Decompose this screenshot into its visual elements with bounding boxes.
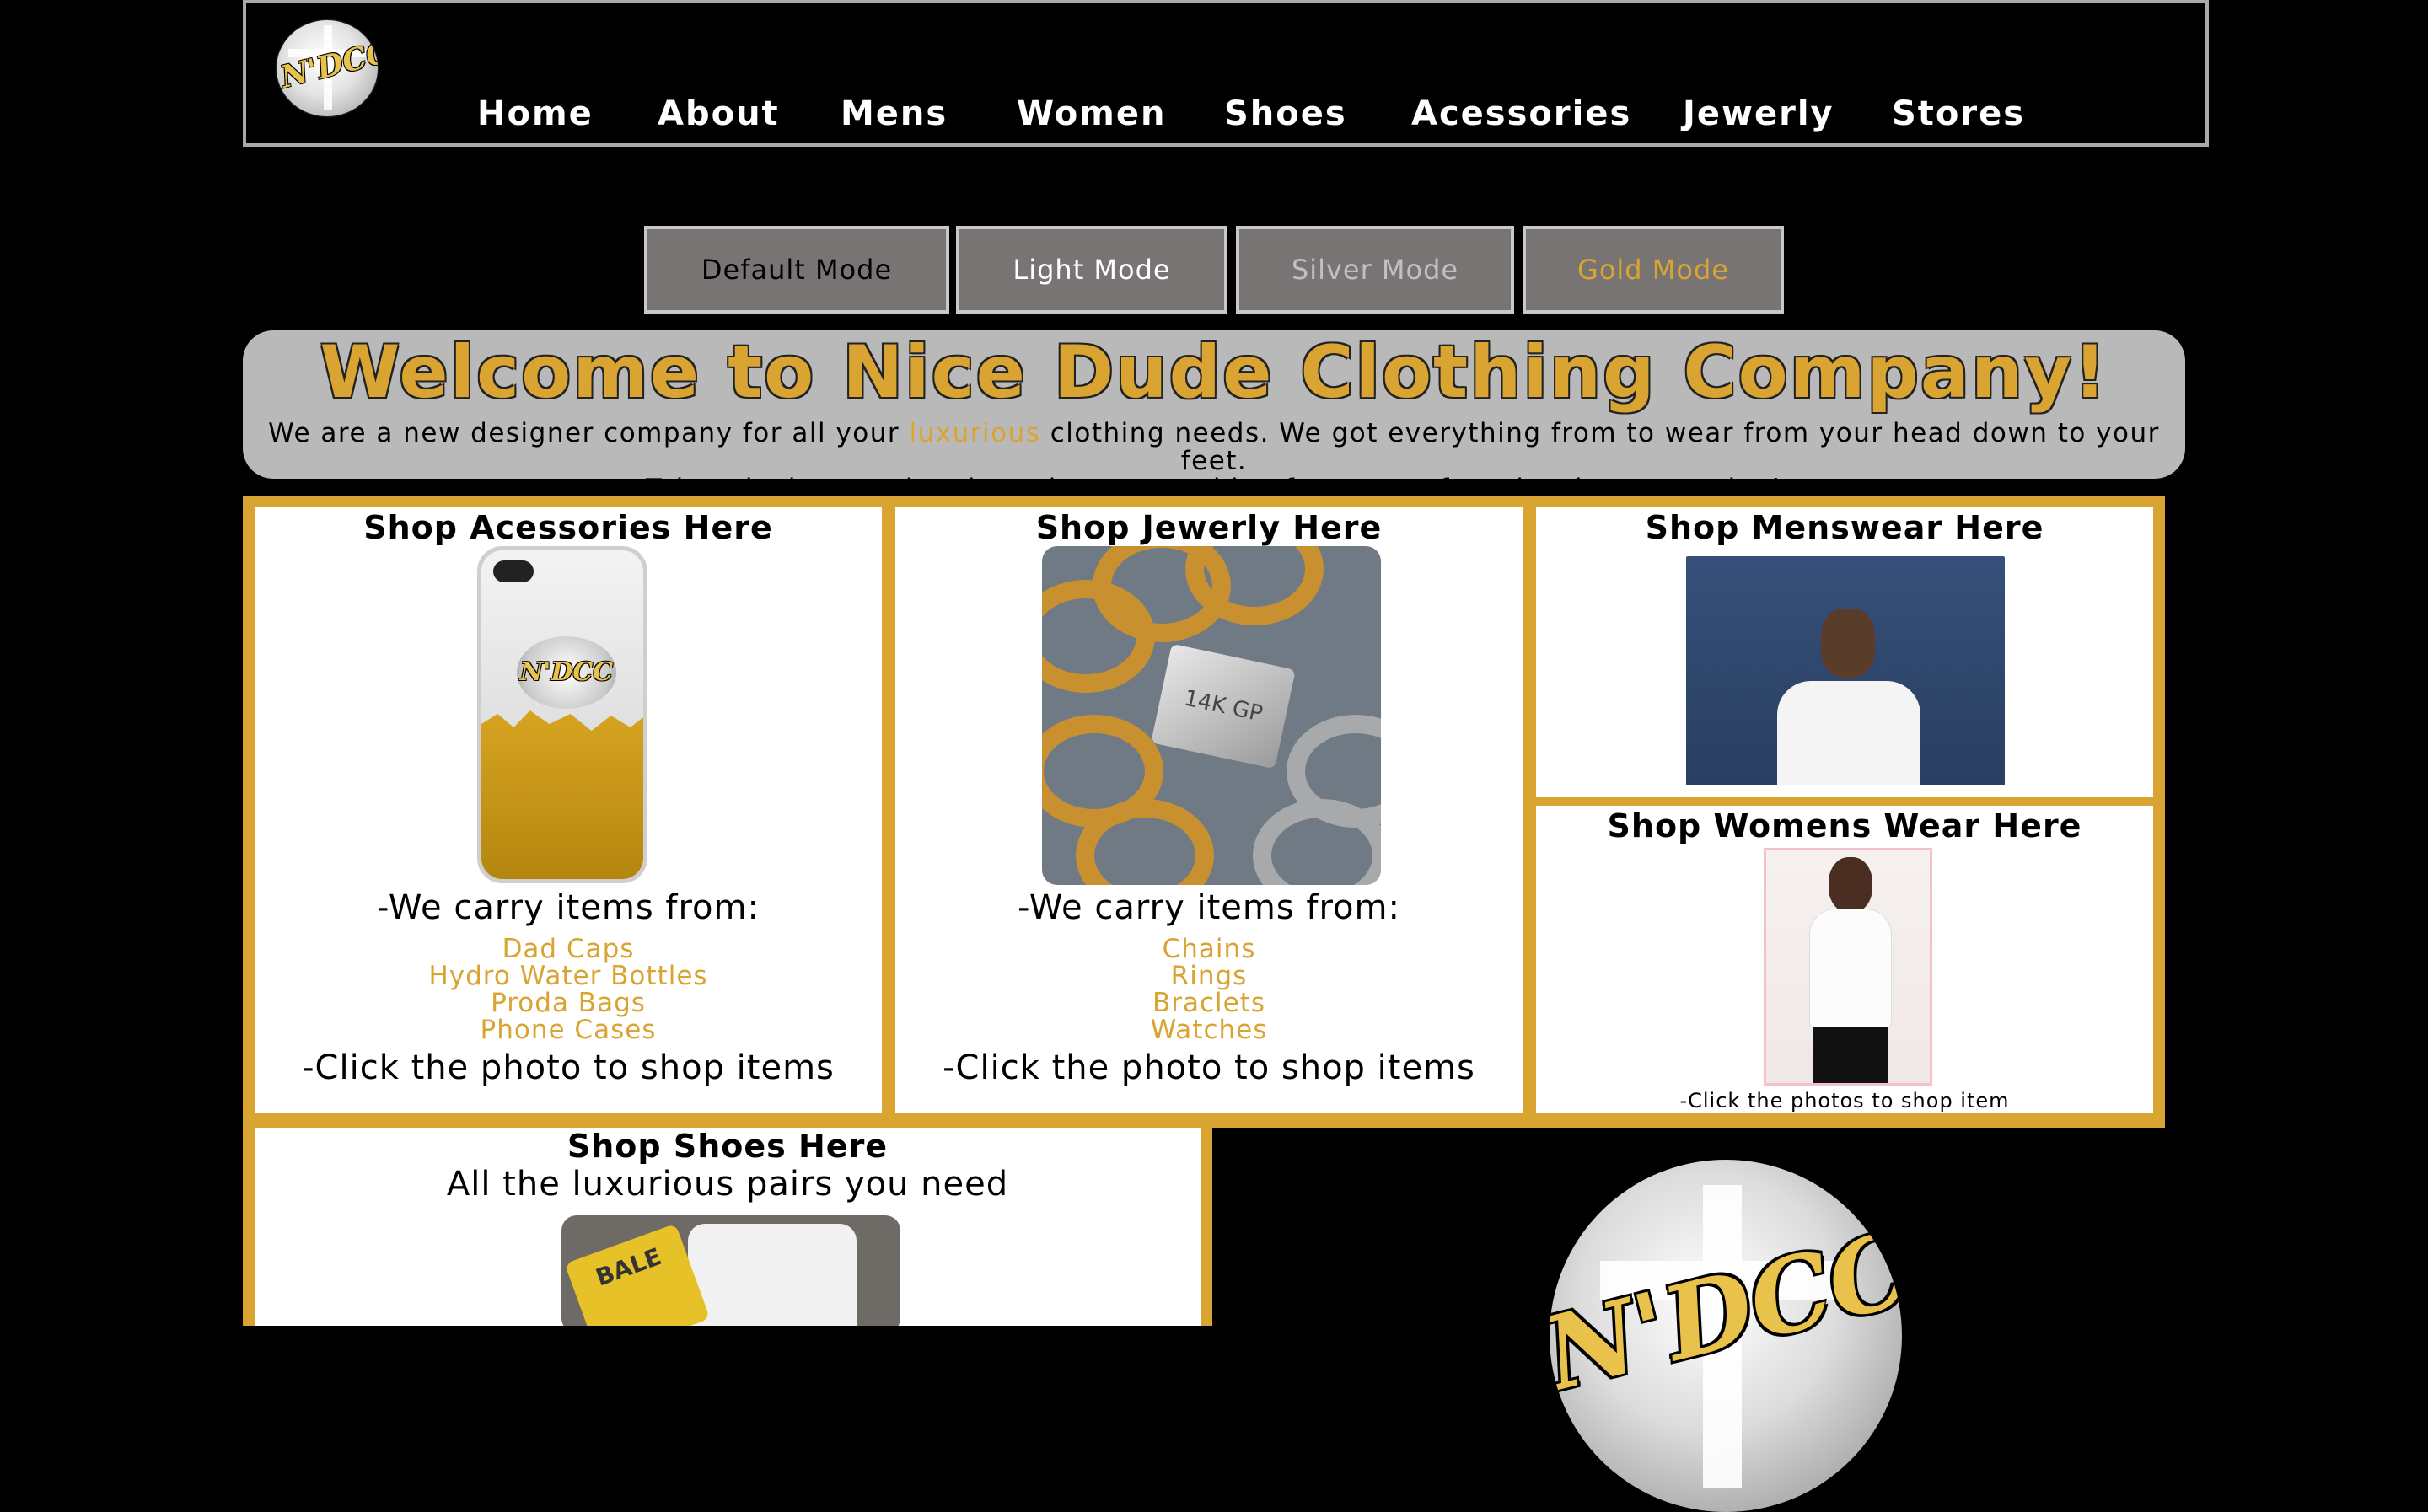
welcome-title: Welcome to Nice Dude Clothing Company!: [320, 330, 2108, 415]
main-nav: Home About Mens Women Shoes Acessories J…: [246, 94, 2212, 145]
jewelry-list: Chains Rings Braclets Watches: [895, 936, 1523, 1043]
silver-mode-button[interactable]: Silver Mode: [1236, 226, 1514, 314]
nav-home[interactable]: Home: [477, 94, 594, 133]
camera-icon: [493, 560, 534, 582]
sock-shape: [688, 1224, 857, 1326]
jewelry-title: Shop Jewerly Here: [1035, 509, 1383, 546]
menswear-title: Shop Menswear Here: [1645, 509, 2044, 546]
nav-jewelry[interactable]: Jewerly: [1683, 94, 1834, 133]
model-shirt: [1777, 681, 1920, 785]
list-item[interactable]: Proda Bags: [255, 989, 882, 1016]
list-item[interactable]: Watches: [895, 1016, 1523, 1043]
welcome-banner: Welcome to Nice Dude Clothing Company! W…: [243, 330, 2185, 503]
shoes-title: Shop Shoes Here: [567, 1128, 889, 1165]
shoes-panel: Shop Shoes Here All the luxurious pairs …: [255, 1128, 1201, 1326]
shoes-photo[interactable]: BALE: [561, 1215, 900, 1326]
list-item[interactable]: Chains: [895, 936, 1523, 962]
model-head: [1821, 609, 1875, 678]
jewelry-click-hint: -Click the photo to shop items: [943, 1048, 1475, 1087]
model-top: [1810, 909, 1891, 1027]
list-item[interactable]: Rings: [895, 962, 1523, 989]
womenswear-panel: Shop Womens Wear Here -Click the photos …: [1536, 806, 2153, 1113]
accessories-click-hint: -Click the photo to shop items: [302, 1048, 835, 1087]
accessories-carry-label: -We carry items from:: [377, 888, 760, 927]
nav-mens[interactable]: Mens: [841, 94, 948, 133]
list-item[interactable]: Braclets: [895, 989, 1523, 1016]
list-item[interactable]: Phone Cases: [255, 1016, 882, 1043]
phone-case-badge: N'DCC: [517, 636, 616, 709]
nav-accessories[interactable]: Acessories: [1411, 94, 1631, 133]
model-hair: [1829, 857, 1872, 913]
welcome-text-start: We are a new designer company for all yo…: [268, 418, 910, 448]
menswear-photo[interactable]: [1686, 556, 2005, 785]
accessories-title: Shop Acessories Here: [363, 509, 773, 546]
list-item[interactable]: Hydro Water Bottles: [255, 962, 882, 989]
womenswear-title: Shop Womens Wear Here: [1607, 807, 2082, 844]
menswear-panel: Shop Menswear Here: [1536, 507, 2153, 797]
nav-women[interactable]: Women: [1017, 94, 1166, 133]
accessories-panel: Shop Acessories Here N'DCC -We carry ite…: [255, 507, 882, 1113]
shoes-subtitle: All the luxurious pairs you need: [446, 1165, 1009, 1204]
site-header: N'DCC Home About Mens Women Shoes Acesso…: [243, 0, 2209, 147]
gold-mode-button[interactable]: Gold Mode: [1523, 226, 1784, 314]
womenswear-click-hint: -Click the photos to shop item: [1679, 1089, 2010, 1113]
welcome-description: We are a new designer company for all yo…: [243, 420, 2185, 503]
chain-clasp: 14K GP: [1151, 643, 1296, 769]
chain-photo[interactable]: 14K GP: [1042, 546, 1381, 885]
womenswear-photo[interactable]: [1764, 848, 1932, 1086]
nav-about[interactable]: About: [658, 94, 780, 133]
light-mode-button[interactable]: Light Mode: [956, 226, 1227, 314]
chain-link: [1253, 799, 1381, 885]
phone-case-photo[interactable]: N'DCC: [477, 546, 647, 883]
nav-stores[interactable]: Stores: [1892, 94, 2025, 133]
welcome-text-end: clothing needs. We got everything from t…: [1040, 418, 2160, 476]
gold-paint-decoration: [481, 710, 643, 879]
welcome-highlight: luxurious: [909, 418, 1041, 448]
default-mode-button[interactable]: Default Mode: [644, 226, 949, 314]
model-pants: [1813, 1027, 1888, 1083]
jewelry-carry-label: -We carry items from:: [1018, 888, 1400, 927]
nav-shoes[interactable]: Shoes: [1224, 94, 1347, 133]
list-item[interactable]: Dad Caps: [255, 936, 882, 962]
large-company-logo: N'DCC: [1550, 1160, 1902, 1512]
accessories-list: Dad Caps Hydro Water Bottles Proda Bags …: [255, 936, 882, 1043]
jewelry-panel: Shop Jewerly Here 14K GP -We carry items…: [895, 507, 1523, 1113]
